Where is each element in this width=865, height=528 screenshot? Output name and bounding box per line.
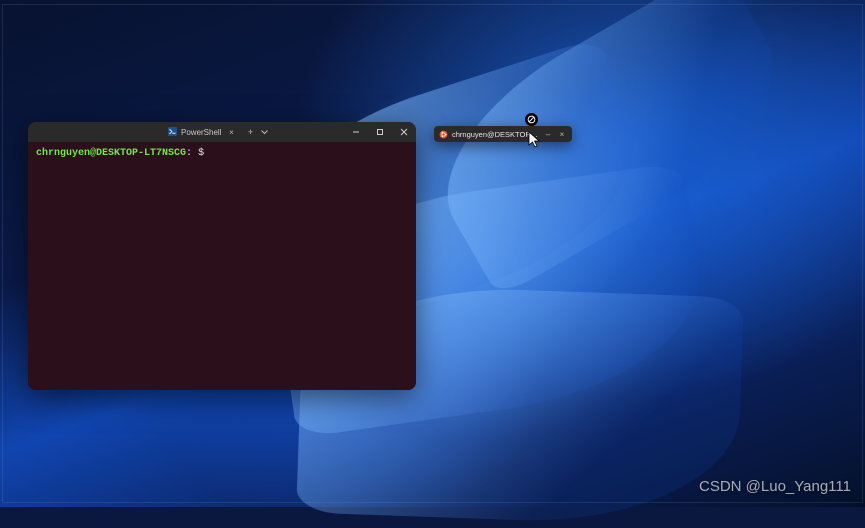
terminal-body[interactable]: chrnguyen@DESKTOP-LT7NSCG: $ xyxy=(28,142,416,390)
powershell-icon xyxy=(168,127,177,138)
dragged-tab-close[interactable]: × xyxy=(557,130,567,139)
no-drop-badge xyxy=(525,113,538,126)
close-icon xyxy=(400,128,408,136)
dragged-tab[interactable]: chrnguyen@DESKTOP-LT7NSCG:~ – × xyxy=(434,126,572,142)
no-drop-icon xyxy=(527,115,536,124)
dragged-tab-minimize[interactable]: – xyxy=(543,130,553,139)
prompt-separator: : xyxy=(186,148,192,159)
tab-powershell[interactable]: PowerShell × xyxy=(162,122,243,142)
close-button[interactable] xyxy=(392,122,416,142)
tab-dropdown-button[interactable] xyxy=(257,122,271,142)
maximize-button[interactable] xyxy=(368,122,392,142)
window-controls xyxy=(344,122,416,142)
titlebar[interactable]: PowerShell × + xyxy=(28,122,416,142)
watermark: CSDN @Luo_Yang111 xyxy=(699,478,851,495)
dragged-tab-title: chrnguyen@DESKTOP-LT7NSCG:~ xyxy=(452,130,539,139)
prompt-symbol: $ xyxy=(198,148,204,159)
ubuntu-icon xyxy=(439,130,448,139)
maximize-icon xyxy=(376,128,384,136)
tab-close-button[interactable]: × xyxy=(225,126,237,138)
tab-label: PowerShell xyxy=(181,128,221,137)
prompt-user-host: chrnguyen@DESKTOP-LT7NSCG xyxy=(36,148,186,159)
minimize-icon xyxy=(352,128,360,136)
new-tab-button[interactable]: + xyxy=(243,122,257,142)
chevron-down-icon xyxy=(261,130,268,135)
terminal-window[interactable]: PowerShell × + chrnguyen@DESKTOP-LT7NSCG… xyxy=(28,122,416,390)
minimize-button[interactable] xyxy=(344,122,368,142)
